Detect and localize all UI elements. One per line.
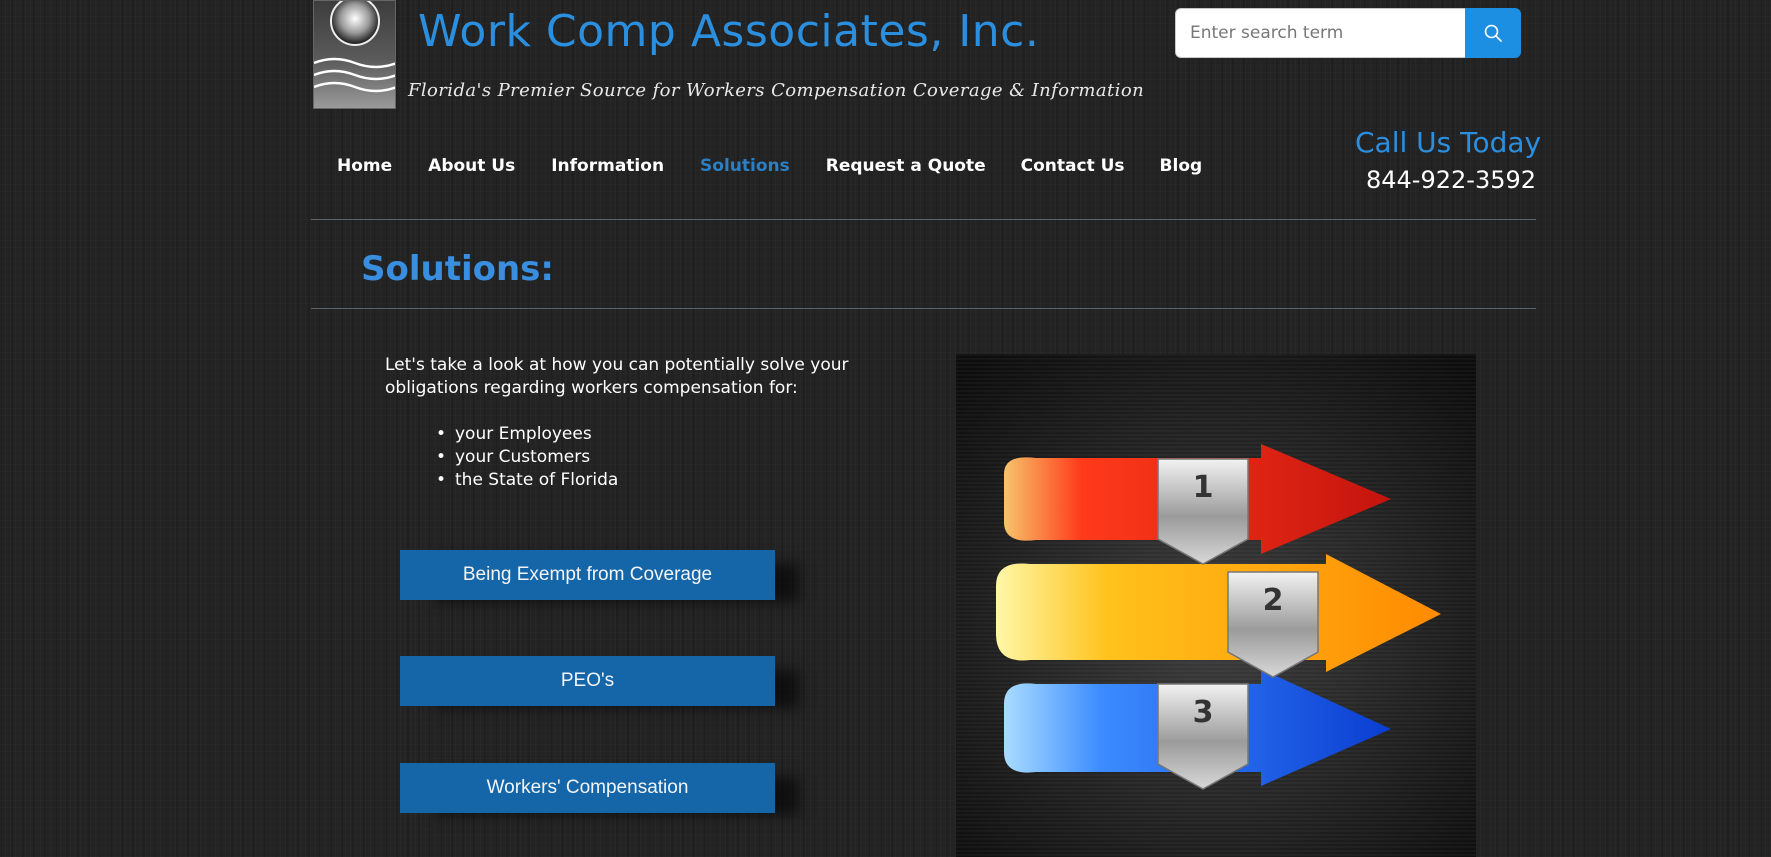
wave-sun-logo-icon [314, 1, 395, 93]
phone-number[interactable]: 844-922-3592 [1366, 166, 1536, 194]
exempt-coverage-button[interactable]: Being Exempt from Coverage [400, 550, 775, 600]
title-divider [311, 308, 1536, 309]
nav-item-home[interactable]: Home [337, 156, 392, 176]
nav-item-request-a-quote[interactable]: Request a Quote [826, 156, 986, 176]
workers-compensation-button[interactable]: Workers' Compensation [400, 763, 775, 813]
nav-item-contact-us[interactable]: Contact Us [1021, 156, 1125, 176]
list-item: your Employees [436, 423, 618, 446]
main-nav: Home About Us Information Solutions Requ… [337, 156, 1202, 176]
numbered-arrows-image: 1 2 3 [956, 354, 1476, 857]
page-title: Solutions: [361, 249, 555, 289]
search-input[interactable] [1175, 8, 1466, 58]
arrow-label-2: 2 [1263, 583, 1284, 618]
nav-item-solutions[interactable]: Solutions [700, 156, 790, 176]
arrow-label-3: 3 [1193, 695, 1214, 730]
nav-item-information[interactable]: Information [551, 156, 664, 176]
obligations-list: your Employees your Customers the State … [436, 423, 618, 492]
peos-button[interactable]: PEO's [400, 656, 775, 706]
numbered-arrows-icon: 1 2 3 [956, 354, 1476, 857]
site-title[interactable]: Work Comp Associates, Inc. [418, 6, 1039, 57]
arrow-label-1: 1 [1193, 470, 1214, 505]
list-item: the State of Florida [436, 469, 618, 492]
header-divider [311, 219, 1536, 220]
nav-item-about-us[interactable]: About Us [428, 156, 515, 176]
list-item: your Customers [436, 446, 618, 469]
intro-text: Let's take a look at how you can potenti… [385, 355, 849, 398]
search-bar [1175, 8, 1521, 58]
site-tagline: Florida's Premier Source for Workers Com… [408, 80, 1145, 101]
call-us-label: Call Us Today [1355, 126, 1542, 159]
search-button[interactable] [1465, 8, 1521, 58]
site-logo[interactable] [313, 0, 396, 109]
nav-item-blog[interactable]: Blog [1160, 156, 1203, 176]
search-icon [1484, 24, 1502, 42]
